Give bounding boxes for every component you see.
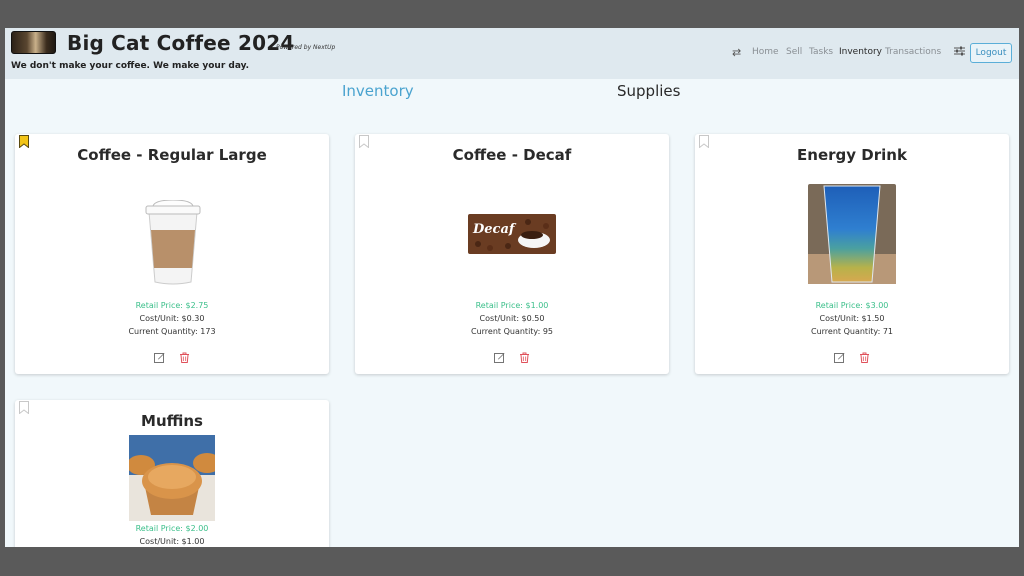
cost-per-unit: Cost/Unit: $1.00 — [139, 537, 205, 546]
tagline: We don't make your coffee. We make your … — [11, 61, 250, 71]
swap-icon[interactable]: ⇄ — [732, 46, 741, 59]
current-quantity: Current Quantity: 71 — [811, 327, 893, 336]
current-quantity: Current Quantity: 173 — [128, 327, 216, 336]
retail-price: Retail Price: $3.00 — [815, 301, 889, 310]
app-window: Big Cat Coffee 2024 Powered by NextUp We… — [5, 28, 1019, 547]
cost-per-unit: Cost/Unit: $0.30 — [139, 314, 205, 323]
nav-transactions[interactable]: Transactions — [885, 47, 941, 57]
product-name: Energy Drink — [797, 146, 907, 164]
powered-by: Powered by NextUp — [276, 44, 336, 51]
card-actions — [15, 347, 329, 366]
nav-home[interactable]: Home — [752, 47, 779, 57]
sliders-icon[interactable] — [954, 46, 965, 59]
cost-per-unit: Cost/Unit: $1.50 — [819, 314, 885, 323]
header: Big Cat Coffee 2024 Powered by NextUp We… — [5, 28, 1019, 79]
product-card: Muffins Retail Price: $2.00 Cost/Unit: $… — [15, 400, 329, 547]
edit-icon[interactable] — [834, 352, 845, 363]
tab-inventory[interactable]: Inventory — [342, 82, 414, 100]
cost-per-unit: Cost/Unit: $0.50 — [479, 314, 545, 323]
edit-icon[interactable] — [154, 352, 165, 363]
nav-tasks[interactable]: Tasks — [809, 47, 833, 57]
product-name: Coffee - Regular Large — [77, 146, 267, 164]
product-name: Muffins — [141, 412, 203, 430]
trash-icon[interactable] — [859, 352, 870, 363]
tab-supplies[interactable]: Supplies — [617, 82, 680, 100]
product-card: Coffee - Decaf Decaf Retail Price: $1.00… — [355, 134, 669, 374]
logout-button[interactable]: Logout — [970, 43, 1012, 63]
muffin-image — [129, 435, 215, 521]
card-actions — [355, 347, 669, 366]
logo-image — [11, 31, 56, 54]
product-card: Coffee - Regular Large Retail Price: $2.… — [15, 134, 329, 374]
trash-icon[interactable] — [179, 352, 190, 363]
current-quantity: Current Quantity: 95 — [471, 327, 553, 336]
nav-inventory[interactable]: Inventory — [839, 47, 882, 57]
app-title: Big Cat Coffee 2024 — [67, 31, 295, 55]
retail-price: Retail Price: $2.75 — [135, 301, 209, 310]
retail-price: Retail Price: $2.00 — [135, 524, 209, 533]
retail-price: Retail Price: $1.00 — [475, 301, 549, 310]
coffee-cup-image — [145, 200, 201, 285]
sliders-icon-svg — [954, 46, 965, 56]
trash-icon[interactable] — [519, 352, 530, 363]
product-card: Energy Drink Retail Price: $3.00 Cost/Un… — [695, 134, 1009, 374]
energy-drink-image — [808, 184, 896, 284]
nav-sell[interactable]: Sell — [786, 47, 802, 57]
card-actions — [695, 347, 1009, 366]
decaf-image: Decaf — [468, 214, 556, 254]
product-name: Coffee - Decaf — [452, 146, 572, 164]
edit-icon[interactable] — [494, 352, 505, 363]
decaf-image-text: Decaf — [472, 222, 517, 237]
